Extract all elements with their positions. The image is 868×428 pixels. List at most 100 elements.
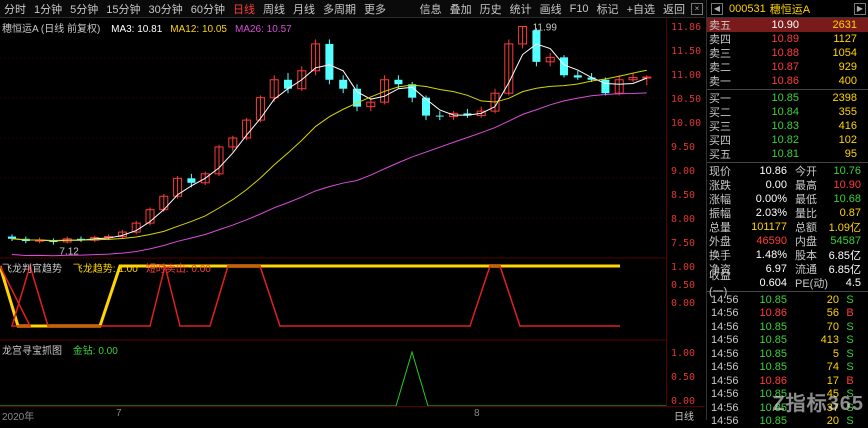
tick-row: 14:5610.85413S xyxy=(707,334,868,348)
indicator2-title[interactable]: 龙宫寻宝抓图 xyxy=(2,346,62,357)
stock-code: 000531 xyxy=(729,3,766,15)
legend-item: 金钻: 0.00 xyxy=(73,346,118,357)
period-tab[interactable]: 多周期 xyxy=(319,1,360,17)
ind2-tick: 1.00 xyxy=(671,348,695,359)
sell-line xyxy=(0,266,620,326)
ind1-tick: 0.50 xyxy=(671,280,695,291)
high-annotation: 11.99 xyxy=(533,22,558,33)
toolbar-action[interactable]: 画线 xyxy=(536,1,566,17)
ma-legend: MA3: 10.81MA12: 10.05MA26: 10.57 xyxy=(103,24,292,35)
date-label-july: 7 xyxy=(116,408,122,419)
price-tick: 9.50 xyxy=(671,142,695,153)
candle-body xyxy=(643,77,651,78)
date-label-aug: 8 xyxy=(474,408,480,419)
buy-level[interactable]: 买五10.8195 xyxy=(707,147,868,161)
sell-level[interactable]: 卖二10.87929 xyxy=(707,60,868,74)
quote-panel: ◀ 000531 穗恒运A ▶ 卖五10.902631卖四10.891127卖三… xyxy=(706,0,868,420)
level-price: 10.88 xyxy=(743,47,799,59)
price-tick: 11.00 xyxy=(671,70,701,81)
toolbar-action[interactable]: 返回 xyxy=(659,1,689,17)
toolbar-action[interactable]: 历史 xyxy=(476,1,506,17)
close-icon[interactable]: × xyxy=(691,3,703,15)
stock-title: 穗恒运A (日线 前复权) xyxy=(2,24,100,35)
indicator1-title[interactable]: 飞龙判官趋势 xyxy=(2,264,62,275)
sell-level[interactable]: 卖四10.891127 xyxy=(707,32,868,46)
sell-level[interactable]: 卖五10.902631 xyxy=(707,18,868,32)
price-tick: 10.00 xyxy=(671,118,701,129)
period-tab[interactable]: 更多 xyxy=(360,1,390,17)
stat-value: 10.68 xyxy=(821,193,865,205)
tick-side: S xyxy=(839,334,861,346)
toolbar-action[interactable]: 统计 xyxy=(506,1,536,17)
buy-order-book: 买一10.852398买二10.84355买三10.83416买四10.8210… xyxy=(707,91,868,161)
sell-level[interactable]: 卖三10.881054 xyxy=(707,46,868,60)
price-tick: 9.00 xyxy=(671,166,695,177)
buy-level[interactable]: 买四10.82102 xyxy=(707,133,868,147)
tick-qty: 70 xyxy=(787,321,839,333)
watermark: Z指标365 xyxy=(772,387,864,416)
period-tab[interactable]: 分时 xyxy=(0,1,30,17)
tick-price: 10.85 xyxy=(743,294,787,306)
date-label-year: 2020年 xyxy=(2,408,34,423)
level-volume: 1054 xyxy=(799,47,863,59)
period-tab[interactable]: 30分钟 xyxy=(145,1,187,17)
stat-value: 1.09亿 xyxy=(821,219,865,235)
period-tab[interactable]: 月线 xyxy=(289,1,319,17)
price-tick: 7.50 xyxy=(671,238,695,249)
indicator2-header: 龙宫寻宝抓图 金钻: 0.00 xyxy=(2,342,118,357)
tick-price: 10.85 xyxy=(743,415,787,427)
level-label: 买五 xyxy=(707,146,743,162)
candle-body xyxy=(325,44,333,80)
stat-row: 振幅2.03%量比0.87 xyxy=(707,206,868,220)
buy-level[interactable]: 买三10.83416 xyxy=(707,119,868,133)
ma26-line xyxy=(12,93,647,256)
level-volume: 1127 xyxy=(799,33,863,45)
tick-row: 14:5610.8520S xyxy=(707,293,868,307)
tick-side: B xyxy=(839,375,861,387)
tick-time: 14:56 xyxy=(707,415,743,427)
stat-value: 54587 xyxy=(821,235,865,247)
buy-level[interactable]: 买二10.84355 xyxy=(707,105,868,119)
prev-stock-icon[interactable]: ◀ xyxy=(711,3,723,15)
period-tab[interactable]: 15分钟 xyxy=(102,1,144,17)
tick-row: 14:5610.855S xyxy=(707,347,868,361)
tick-time: 14:56 xyxy=(707,307,743,319)
candle-body xyxy=(394,80,402,84)
buy-level[interactable]: 买一10.852398 xyxy=(707,91,868,105)
toolbar-actions: 信息叠加历史统计画线F10标记+自选返回× xyxy=(416,1,705,17)
sell-level[interactable]: 卖一10.86400 xyxy=(707,74,868,88)
candle-body xyxy=(8,237,16,239)
toolbar-action[interactable]: +自选 xyxy=(623,1,659,17)
toolbar-action[interactable]: 叠加 xyxy=(446,1,476,17)
level-volume: 2398 xyxy=(799,92,863,104)
price-tick: 8.50 xyxy=(671,190,695,201)
price-tick: 11.50 xyxy=(671,46,701,57)
tick-row: 14:5610.8574S xyxy=(707,361,868,375)
legend-item: MA12: 10.05 xyxy=(170,24,227,35)
level-label: 卖一 xyxy=(707,73,743,89)
period-tab[interactable]: 日线 xyxy=(229,1,259,17)
toolbar-action[interactable]: 信息 xyxy=(416,1,446,17)
legend-item: MA26: 10.57 xyxy=(235,24,292,35)
tick-time: 14:56 xyxy=(707,334,743,346)
chart-area[interactable]: 11.997.12 穗恒运A (日线 前复权) MA3: 10.81MA12: … xyxy=(0,18,705,410)
tick-side: S xyxy=(839,321,861,333)
tick-time: 14:56 xyxy=(707,388,743,400)
period-tab[interactable]: 1分钟 xyxy=(30,1,66,17)
tick-time: 14:56 xyxy=(707,294,743,306)
tick-qty: 56 xyxy=(787,307,839,319)
level-volume: 355 xyxy=(799,106,863,118)
period-tab[interactable]: 周线 xyxy=(259,1,289,17)
candle-body xyxy=(422,98,430,116)
toolbar-action[interactable]: F10 xyxy=(566,3,593,15)
period-switch-button[interactable]: 日线 xyxy=(674,408,694,423)
period-tab[interactable]: 5分钟 xyxy=(66,1,102,17)
toolbar-action[interactable]: 标记 xyxy=(593,1,623,17)
level-price: 10.86 xyxy=(743,75,799,87)
tick-side: S xyxy=(839,294,861,306)
date-axis: 2020年 7 8 日线 xyxy=(0,406,705,420)
next-stock-icon[interactable]: ▶ xyxy=(854,3,866,15)
period-tab[interactable]: 60分钟 xyxy=(187,1,229,17)
legend-item: 飞龙趋势: 1.00 xyxy=(73,264,138,275)
price-axis: 11.8611.5011.0010.5010.009.509.008.508.0… xyxy=(666,18,705,410)
